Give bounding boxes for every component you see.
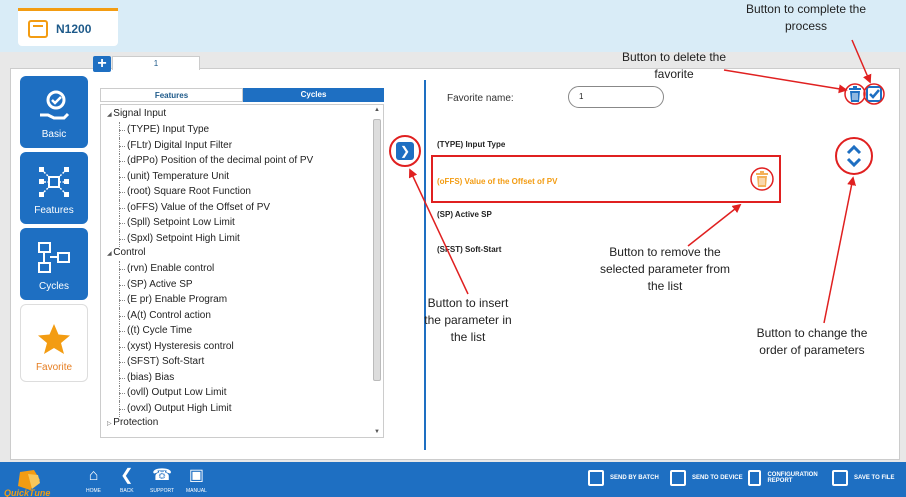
add-favorite-button[interactable]: + — [93, 56, 111, 72]
sidebar-item-label: Cycles — [38, 281, 69, 292]
device-name: N1200 — [56, 21, 92, 36]
tab-cycles[interactable]: Cycles — [243, 88, 384, 102]
back-icon: ❮ — [120, 467, 134, 484]
network-icon — [39, 167, 69, 197]
panel-divider — [424, 80, 426, 450]
tree-group-protection[interactable]: Protection — [105, 416, 379, 431]
sidebar-item-label: Basic — [41, 129, 67, 140]
favorite-param-selected[interactable]: (oFFS) Value of the Offset of PV — [437, 177, 557, 186]
save-icon — [832, 470, 848, 486]
nav-manual-button[interactable]: ▣ MANUAL — [186, 466, 207, 494]
manual-icon: ▣ — [188, 467, 204, 484]
delete-favorite-trash-icon[interactable] — [848, 86, 862, 102]
logo-text: QuickTune — [4, 488, 51, 497]
device-send-icon — [670, 470, 686, 486]
tree-item[interactable]: (Spll) Setpoint Low Limit — [105, 215, 379, 231]
annotation-delete-favorite: Button to delete the favorite — [621, 50, 727, 81]
sidebar-item-label: Favorite — [35, 362, 73, 373]
device-icon — [28, 19, 48, 38]
batch-icon — [588, 470, 604, 486]
tab-features[interactable]: Features — [100, 88, 243, 102]
report-icon — [748, 470, 762, 486]
tree-item[interactable]: (unit) Temperature Unit — [105, 168, 379, 184]
hand-check-icon — [40, 90, 70, 120]
annotation-order: Button to change the order of parameters — [756, 326, 868, 357]
scroll-thumb[interactable] — [373, 119, 381, 381]
tree-item[interactable]: ((t) Cycle Time — [105, 323, 379, 339]
tree-item[interactable]: (xyst) Hysteresis control — [105, 338, 379, 354]
annotation-insert: Button to insert the parameter in the li… — [424, 296, 512, 344]
scroll-up-icon[interactable]: ▲ — [372, 107, 382, 113]
tree-item[interactable]: (Spxl) Setpoint High Limit — [105, 230, 379, 246]
tree-item[interactable]: (E pr) Enable Program — [105, 292, 379, 308]
insert-parameter-button[interactable]: ❯ — [396, 142, 414, 160]
nav-home-button[interactable]: ⌂ HOME — [86, 466, 101, 494]
features-panel: Features Cycles Signal Input (TYPE) Inpu… — [100, 88, 384, 438]
sidebar: Basic Features Cycles Favorite — [20, 76, 88, 386]
scroll-down-icon[interactable]: ▼ — [372, 429, 382, 435]
favorite-param[interactable]: (SFST) Soft-Start — [437, 245, 501, 254]
tree-item[interactable]: (TYPE) Input Type — [105, 122, 379, 138]
reorder-updown-icon[interactable] — [840, 142, 868, 170]
sidebar-item-basic[interactable]: Basic — [20, 76, 88, 148]
annotation-remove: Button to remove the selected parameter … — [599, 245, 731, 293]
tree-item[interactable]: (SFST) Soft-Start — [105, 354, 379, 370]
favorite-name-label: Favorite name: — [447, 93, 514, 104]
sidebar-item-cycles[interactable]: Cycles — [20, 228, 88, 300]
star-icon — [38, 324, 70, 354]
tree-item[interactable]: (ovll) Output Low Limit — [105, 385, 379, 401]
support-icon: ☎ — [152, 467, 173, 484]
complete-checkbox-icon[interactable] — [866, 86, 882, 102]
tree-item[interactable]: (oFFS) Value of the Offset of PV — [105, 199, 379, 215]
tree-group-control[interactable]: Control — [105, 246, 379, 261]
save-to-file-button[interactable]: SAVE TO FILE — [832, 470, 894, 486]
tree-item[interactable]: (SP) Active SP — [105, 276, 379, 292]
favorite-name-input[interactable]: 1 — [568, 86, 664, 108]
favorite-param[interactable]: (SP) Active SP — [437, 210, 492, 219]
sidebar-item-label: Features — [34, 205, 74, 216]
configuration-report-button[interactable]: CONFIGURATION REPORT — [748, 470, 828, 486]
annotation-complete: Button to complete the process — [745, 2, 867, 33]
tree-item[interactable]: (ovxl) Output High Limit — [105, 400, 379, 416]
parameter-tree: Signal Input (TYPE) Input Type (FLtr) Di… — [100, 104, 384, 438]
sidebar-item-favorite[interactable]: Favorite — [20, 304, 88, 382]
send-by-batch-button[interactable]: SEND BY BATCH — [588, 470, 659, 486]
tree-group-signal-input[interactable]: Signal Input — [105, 107, 379, 122]
nav-back-button[interactable]: ❮ BACK — [120, 466, 134, 494]
flowchart-icon — [38, 242, 70, 273]
device-tab[interactable]: N1200 — [18, 8, 118, 46]
sidebar-item-features[interactable]: Features — [20, 152, 88, 224]
tree-item[interactable]: (rvn) Enable control — [105, 261, 379, 277]
tree-item[interactable]: (A(t) Control action — [105, 307, 379, 323]
favorite-tab[interactable]: 1 — [112, 56, 200, 70]
remove-parameter-trash-icon[interactable] — [755, 171, 769, 187]
favorite-param[interactable]: (TYPE) Input Type — [437, 140, 505, 149]
tree-item[interactable]: (root) Square Root Function — [105, 184, 379, 200]
tree-item[interactable]: (dPPo) Position of the decimal point of … — [105, 153, 379, 169]
nav-support-button[interactable]: ☎ SUPPORT — [150, 466, 174, 494]
send-to-device-button[interactable]: SEND TO DEVICE — [670, 470, 743, 486]
home-icon: ⌂ — [88, 467, 99, 484]
tree-item[interactable]: (FLtr) Digital Input Filter — [105, 137, 379, 153]
tree-item[interactable]: (bias) Bias — [105, 369, 379, 385]
tree-scrollbar[interactable]: ▲ ▼ — [372, 107, 382, 435]
